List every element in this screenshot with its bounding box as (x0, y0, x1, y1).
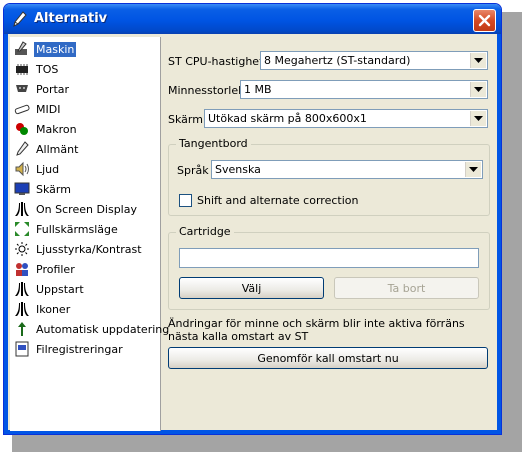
sidebar-item-tos[interactable]: TOS (14, 60, 60, 78)
cartridge-group: Cartridge Välj Ta bort (168, 225, 490, 310)
choose-cartridge-button[interactable]: Välj (179, 277, 324, 299)
sidebar-item-label: TOS (36, 62, 59, 76)
screen-select[interactable]: Utökad skärm på 800x600x1 (204, 109, 488, 128)
sidebar-item-label: Portar (36, 82, 70, 96)
profiles-icon (16, 263, 28, 276)
sidebar-item-allmant[interactable]: Allmänt (14, 140, 80, 158)
sidebar-item-automatisk-uppdatering[interactable]: Automatisk uppdatering (14, 320, 171, 338)
screen-dropdown-button[interactable] (470, 111, 486, 126)
close-button[interactable] (473, 9, 496, 32)
close-icon (478, 14, 491, 27)
screen-label: Skärm (168, 113, 203, 126)
sidebar-item-label: Automatisk uppdatering (36, 322, 170, 336)
sidebar-item-ljud[interactable]: Ljud (14, 160, 61, 178)
language-dropdown-button[interactable] (465, 162, 481, 177)
restart-notice: Ändringar för minne och skärm blir inte … (168, 317, 465, 343)
update-icon (18, 322, 26, 336)
cold-restart-button[interactable]: Genomför kall omstart nu (168, 347, 488, 369)
sidebar-item-label: Uppstart (36, 282, 84, 296)
sidebar-item-ikoner[interactable]: Ikoner (14, 300, 72, 318)
shift-alternate-label: Shift and alternate correction (197, 194, 359, 207)
keyboard-group-legend: Tangentbord (176, 137, 251, 150)
cpu-speed-dropdown-button[interactable] (470, 53, 486, 68)
monitor-icon (14, 182, 30, 195)
sidebar-item-midi[interactable]: MIDI (14, 100, 62, 118)
window-frame-right (497, 34, 501, 434)
category-list[interactable]: Maskin TOS Portar MIDI Makron Allmänt Lj… (10, 37, 169, 431)
window-title: Alternativ (34, 11, 108, 26)
brightness-icon (15, 242, 29, 256)
computer-pen-icon (15, 41, 27, 55)
macro-icon (16, 123, 28, 135)
chevron-down-icon (474, 116, 483, 121)
sidebar-item-label: Filregistreringar (36, 342, 123, 356)
remove-cartridge-button[interactable]: Ta bort (334, 277, 479, 299)
sidebar-item-uppstart[interactable]: Uppstart (14, 280, 86, 298)
fullscreen-icon (15, 222, 29, 236)
sidebar-item-skarm[interactable]: Skärm (14, 180, 73, 198)
atari-logo-icon (15, 282, 29, 296)
sidebar-item-profiler[interactable]: Profiler (14, 260, 77, 278)
sidebar-item-label: Profiler (36, 262, 75, 276)
memory-size-dropdown-button[interactable] (470, 82, 486, 97)
sidebar-item-fullskarmslage[interactable]: Fullskärmsläge (14, 220, 120, 238)
sidebar-item-label: Fullskärmsläge (36, 222, 118, 236)
chevron-down-icon (474, 58, 483, 63)
keyboard-group: Tangentbord Språk Svenska Shift and alte… (168, 137, 490, 216)
atari-logo-icon (15, 302, 29, 316)
pen-icon (13, 11, 27, 27)
sidebar-item-maskin[interactable]: Maskin (14, 40, 77, 58)
cpu-speed-value: 8 Megahertz (ST-standard) (264, 54, 411, 67)
sidebar-item-ljusstyrka[interactable]: Ljusstyrka/Kontrast (14, 240, 144, 258)
wrench-icon (16, 141, 29, 156)
shift-alternate-checkbox[interactable] (179, 194, 192, 207)
sidebar-item-label: Ljud (36, 162, 60, 176)
sidebar-item-label: Maskin (34, 41, 77, 57)
midi-cable-icon (14, 104, 30, 115)
sidebar-item-filregistreringar[interactable]: Filregistreringar (14, 340, 125, 358)
atari-logo-icon (15, 202, 29, 216)
sidebar-item-makron[interactable]: Makron (14, 120, 79, 138)
window-frame-left (4, 34, 8, 434)
port-icon (16, 85, 28, 92)
sidebar-item-label: Allmänt (36, 142, 79, 156)
memory-size-value: 1 MB (244, 83, 272, 96)
chevron-down-icon (469, 167, 478, 172)
sidebar-item-label: Ikoner (36, 302, 71, 316)
sidebar-item-label: Skärm (36, 182, 71, 196)
sidebar-item-label: Ljusstyrka/Kontrast (36, 242, 142, 256)
sidebar-item-label: On Screen Display (36, 202, 137, 216)
file-registration-icon (15, 341, 29, 357)
language-select[interactable]: Svenska (211, 160, 483, 179)
memory-size-select[interactable]: 1 MB (240, 80, 488, 99)
language-label: Språk (177, 164, 209, 177)
sidebar-item-label: MIDI (36, 102, 61, 116)
options-dialog: Alternativ Maskin TOS Portar MIDI Makron (3, 3, 502, 435)
cartridge-group-legend: Cartridge (176, 225, 234, 238)
cpu-speed-select[interactable]: 8 Megahertz (ST-standard) (260, 51, 488, 70)
memory-size-label: Minnesstorlek (168, 84, 245, 97)
language-value: Svenska (215, 163, 261, 176)
screen-value: Utökad skärm på 800x600x1 (208, 112, 367, 125)
cartridge-path-input[interactable] (179, 248, 479, 268)
sidebar-item-portar[interactable]: Portar (14, 80, 71, 98)
chevron-down-icon (474, 87, 483, 92)
cpu-speed-label: ST CPU-hastighet (168, 55, 264, 68)
title-bar[interactable]: Alternativ (4, 4, 501, 34)
speaker-icon (15, 161, 29, 177)
sidebar-item-on-screen-display[interactable]: On Screen Display (14, 200, 139, 218)
chip-icon (16, 64, 28, 75)
sidebar-item-label: Makron (36, 122, 77, 136)
